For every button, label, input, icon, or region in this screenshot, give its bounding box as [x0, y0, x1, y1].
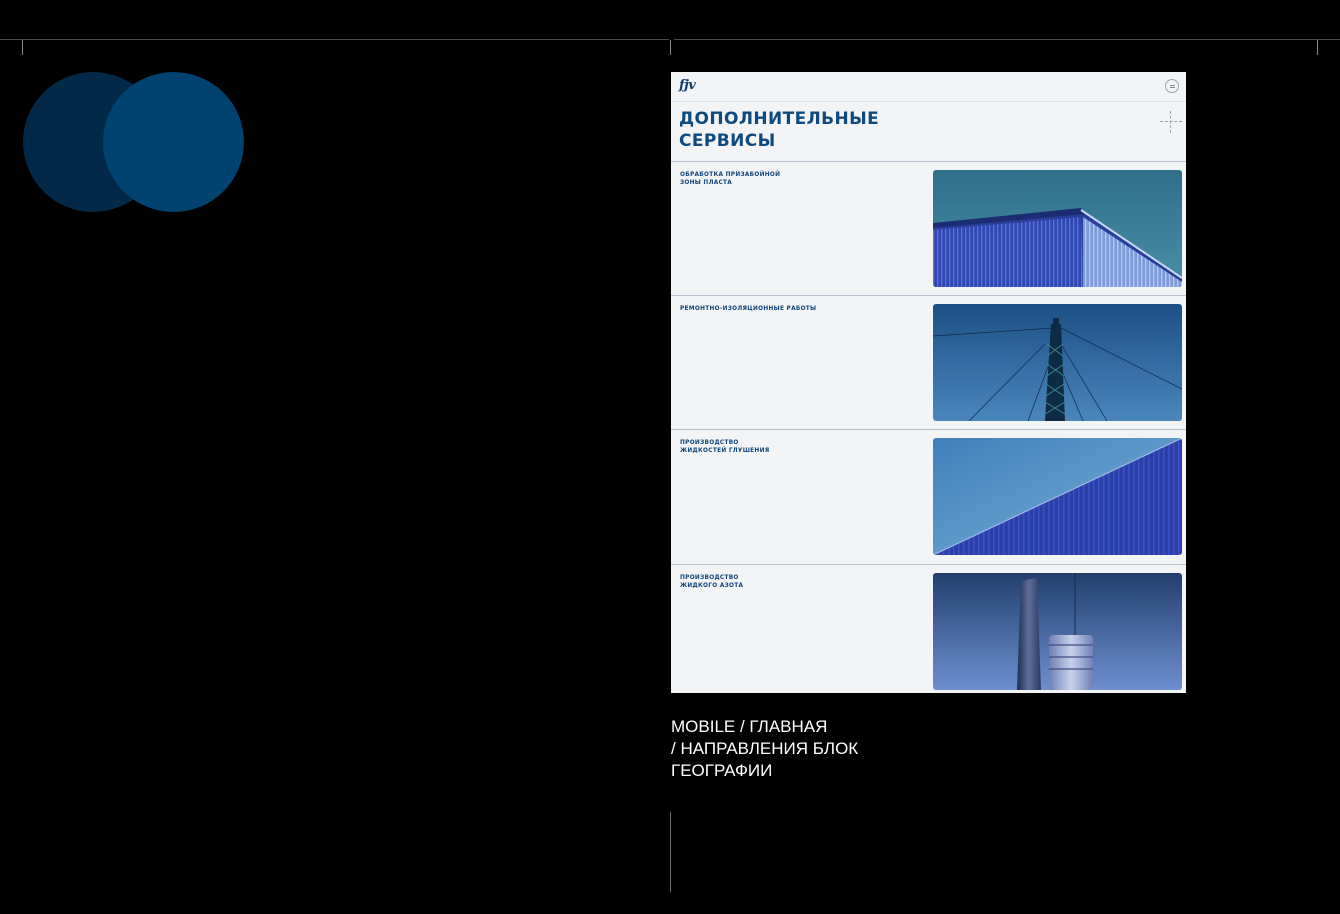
artboard-tick	[1317, 40, 1318, 55]
service-label: ОБРАБОТКА ПРИЗАБОЙНОЙ ЗОНЫ ПЛАСТА	[680, 172, 781, 186]
service-label: РЕМОНТНО-ИЗОЛЯЦИОННЫЕ РАБОТЫ	[680, 306, 817, 312]
service-label: ПРОИЗВОДСТВО ЖИДКОСТЕЙ ГЛУШЕНИЯ	[680, 440, 770, 454]
brand-circle-bright	[103, 72, 244, 212]
drilling-rig-tower-photo	[933, 304, 1182, 421]
menu-icon[interactable]	[1165, 79, 1179, 93]
artboard-tick	[670, 40, 671, 55]
chimney-and-tank-photo	[933, 573, 1182, 690]
crosshair-icon	[1160, 111, 1182, 133]
company-logo[interactable]: fjv	[679, 79, 696, 93]
artboard-rule-right	[674, 39, 1340, 40]
artboard-caption: MOBILE / ГЛАВНАЯ / НАПРАВЛЕНИЯ БЛОК ГЕОГ…	[671, 717, 859, 780]
mobile-screen-mockup: fjv ДОПОЛНИТЕЛЬНЫЕ СЕРВИСЫ ОБРАБОТКА ПРИ…	[671, 72, 1186, 693]
industrial-building-roof-photo	[933, 170, 1182, 287]
service-item[interactable]: ПРОИЗВОДСТВО ЖИДКОСТЕЙ ГЛУШЕНИЯ	[671, 429, 1186, 564]
service-item[interactable]: РЕМОНТНО-ИЗОЛЯЦИОННЫЕ РАБОТЫ	[671, 295, 1186, 430]
artboard-tick	[22, 40, 23, 55]
caption-divider	[670, 812, 671, 892]
service-item[interactable]: ОБРАБОТКА ПРИЗАБОЙНОЙ ЗОНЫ ПЛАСТА	[671, 161, 1186, 296]
service-item[interactable]: ПРОИЗВОДСТВО ЖИДКОГО АЗОТА	[671, 564, 1186, 693]
corrugated-wall-photo	[933, 438, 1182, 555]
mobile-header: fjv	[671, 72, 1186, 102]
section-title: ДОПОЛНИТЕЛЬНЫЕ СЕРВИСЫ	[679, 109, 880, 151]
service-label: ПРОИЗВОДСТВО ЖИДКОГО АЗОТА	[680, 575, 744, 589]
artboard-rule-left	[0, 39, 669, 40]
